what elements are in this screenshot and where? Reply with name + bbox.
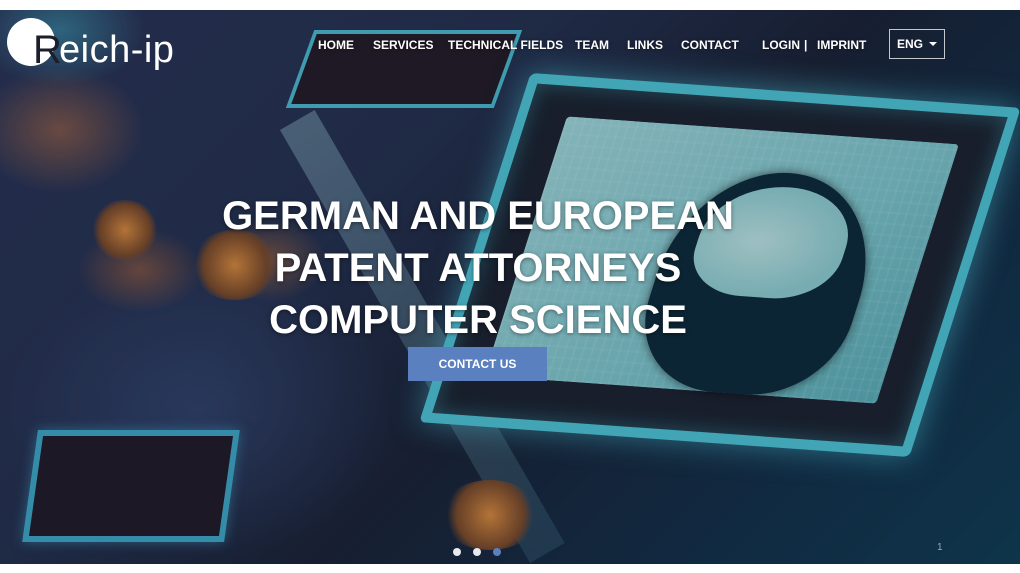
language-selected: ENG — [896, 37, 923, 51]
caret-down-icon — [929, 42, 937, 46]
headline-line-3: COMPUTER SCIENCE — [269, 298, 687, 342]
contact-us-button[interactable]: CONTACT US — [408, 347, 547, 381]
logo-letter: R — [33, 28, 62, 72]
carousel-dot-1[interactable] — [453, 548, 461, 556]
nav-imprint[interactable]: IMPRINT — [817, 37, 866, 53]
nav-login[interactable]: LOGIN — [762, 37, 800, 53]
nav-technical-fields[interactable]: TECHNICAL FIELDS — [448, 37, 563, 53]
carousel-dot-3[interactable] — [493, 548, 501, 556]
nav-contact[interactable]: CONTACT — [681, 37, 739, 53]
nav-team[interactable]: TEAM — [575, 37, 609, 53]
logo-text: eich-ip — [59, 29, 175, 71]
nav-home[interactable]: HOME — [318, 37, 354, 53]
headline-line-2: PATENT ATTORNEYS — [274, 246, 682, 290]
headline-line-1: GERMAN AND EUROPEAN — [222, 194, 734, 238]
nav-separator: | — [804, 38, 808, 52]
nav-links[interactable]: LINKS — [627, 37, 663, 53]
carousel-dot-2[interactable] — [473, 548, 481, 556]
slide-number: 1 — [937, 542, 943, 553]
hero-headline: GERMAN AND EUROPEAN PATENT ATTORNEYS COM… — [0, 190, 956, 346]
language-dropdown[interactable]: ENG — [889, 29, 945, 59]
carousel-indicators — [453, 548, 501, 556]
nav-services[interactable]: SERVICES — [373, 37, 433, 53]
